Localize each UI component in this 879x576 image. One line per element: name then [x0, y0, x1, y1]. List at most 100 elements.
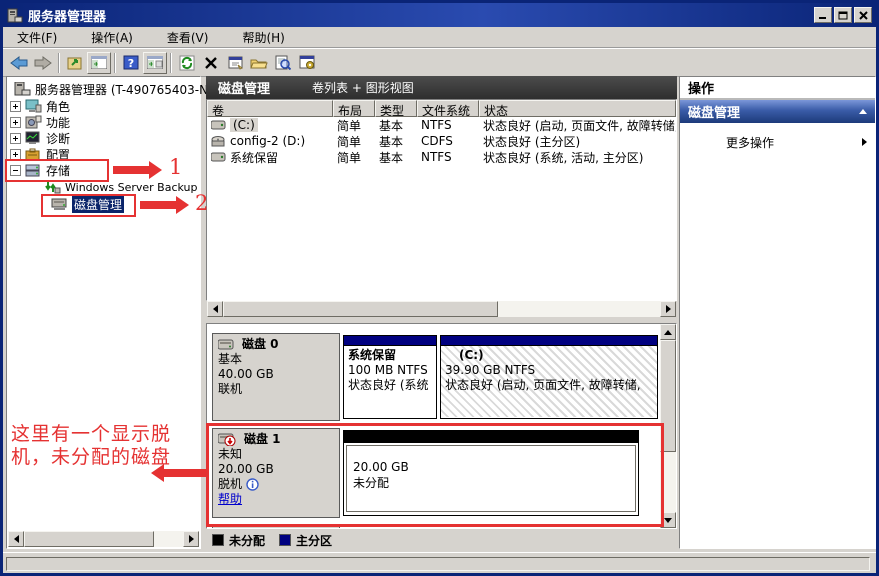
column-filesystem[interactable]: 文件系统	[417, 100, 479, 117]
backup-icon	[44, 180, 61, 194]
scroll-right-icon[interactable]	[183, 531, 199, 547]
primary-partition-strip	[344, 336, 436, 346]
disk1-name: 磁盘 1	[244, 432, 281, 447]
disk1-info[interactable]: 磁盘 1 未知 20.00 GB 脱机 帮助	[212, 428, 340, 518]
more-actions-item[interactable]: 更多操作	[680, 131, 875, 153]
help-link[interactable]: 帮助	[218, 492, 242, 506]
console-tree-toggle-icon[interactable]	[87, 52, 111, 74]
disk0-partition-system-reserved[interactable]: 系统保留 100 MB NTFS 状态良好 (系统	[343, 335, 437, 419]
annotation-arrow-note	[164, 469, 208, 477]
disk-graphical-view: 磁盘 0 基本 40.00 GB 联机 系统保留 100 MB NTFS 状态良…	[206, 323, 677, 529]
tree-item-features[interactable]: 功能	[10, 114, 70, 130]
svg-text:?: ?	[128, 57, 134, 70]
volume-horizontal-scrollbar[interactable]	[207, 301, 676, 317]
tree-horizontal-scrollbar[interactable]	[8, 531, 199, 547]
partition-name: 系统保留	[348, 348, 432, 363]
actions-title: 操作	[680, 77, 875, 100]
annotation-number-2: 2	[195, 191, 208, 215]
info-icon[interactable]	[246, 478, 259, 491]
volume-fs: CDFS	[417, 134, 479, 148]
find-icon[interactable]	[271, 52, 295, 74]
refresh-icon[interactable]	[175, 52, 199, 74]
diagnostics-icon	[25, 131, 42, 145]
volume-row-system-reserved[interactable]: 系统保留 简单 基本 NTFS 状态良好 (系统, 活动, 主分区)	[207, 149, 676, 165]
console-settings-icon[interactable]	[295, 52, 319, 74]
actions-section-disk-management[interactable]: 磁盘管理	[680, 100, 875, 123]
volume-name: 系统保留	[230, 149, 278, 166]
back-arrow-icon[interactable]	[7, 52, 31, 74]
tree-item-diagnostics[interactable]: 诊断	[10, 130, 70, 146]
status-field	[6, 557, 870, 571]
disk0-status: 联机	[218, 382, 334, 397]
tree-item-label: 配置	[46, 146, 70, 163]
tree-item-configuration[interactable]: 配置	[10, 146, 70, 162]
partition-name: (C:)	[445, 348, 653, 363]
collapse-icon[interactable]	[10, 165, 21, 176]
column-type[interactable]: 类型	[375, 100, 417, 117]
close-button[interactable]	[854, 7, 872, 23]
partition-status: 状态良好 (系统	[348, 378, 432, 393]
export-list-icon[interactable]	[63, 52, 87, 74]
action-pane-toggle-icon[interactable]	[143, 52, 167, 74]
expand-icon[interactable]	[10, 101, 21, 112]
collapse-chevron-icon[interactable]	[859, 109, 867, 114]
scrollbar-thumb[interactable]	[223, 301, 498, 317]
submenu-arrow-icon	[862, 138, 867, 146]
volume-type: 基本	[375, 149, 417, 166]
delete-icon[interactable]	[199, 52, 223, 74]
scroll-down-icon[interactable]	[660, 512, 676, 528]
minimize-button[interactable]	[814, 7, 832, 23]
more-actions-label: 更多操作	[726, 134, 774, 151]
volume-row-d[interactable]: config-2 (D:) 简单 基本 CDFS 状态良好 (主分区)	[207, 133, 676, 149]
disk0-partition-c[interactable]: (C:) 39.90 GB NTFS 状态良好 (启动, 页面文件, 故障转储,	[440, 335, 658, 419]
expand-icon[interactable]	[10, 133, 21, 144]
column-layout[interactable]: 布局	[333, 100, 375, 117]
tree-item-label: 角色	[46, 98, 70, 115]
menu-help[interactable]: 帮助(H)	[238, 27, 288, 48]
expand-icon[interactable]	[10, 117, 21, 128]
tree-item-disk-management[interactable]: 磁盘管理	[47, 196, 124, 212]
volume-list: 卷 布局 类型 文件系统 状态 (C:) 简单 基本 NTFS 状态良好 (启动…	[206, 99, 677, 301]
primary-partition-strip	[441, 336, 657, 346]
maximize-button[interactable]	[834, 7, 852, 23]
disk1-partition-unallocated[interactable]: 20.00 GB 未分配	[343, 430, 639, 516]
properties-icon[interactable]	[223, 52, 247, 74]
tree-root[interactable]: 服务器管理器 (T-490765403-ND	[10, 81, 217, 97]
scrollbar-thumb[interactable]	[660, 340, 676, 452]
scroll-up-icon[interactable]	[660, 324, 676, 340]
menu-action[interactable]: 操作(A)	[87, 27, 137, 48]
header-title: 磁盘管理	[218, 78, 270, 97]
title-bar[interactable]: 服务器管理器	[3, 3, 876, 27]
disk1-status: 脱机	[218, 477, 242, 492]
scroll-left-icon[interactable]	[8, 531, 24, 547]
menu-file[interactable]: 文件(F)	[13, 27, 61, 48]
scroll-right-icon[interactable]	[660, 301, 676, 317]
unallocated-strip	[344, 431, 638, 443]
tree-root-label: 服务器管理器 (T-490765403-ND	[35, 81, 217, 98]
partition-size: 39.90 GB NTFS	[445, 363, 653, 378]
tree-item-storage[interactable]: 存储	[10, 162, 70, 178]
tree-item-roles[interactable]: 角色	[10, 98, 70, 114]
scroll-left-icon[interactable]	[207, 301, 223, 317]
disk0-info[interactable]: 磁盘 0 基本 40.00 GB 联机	[212, 333, 340, 421]
scrollbar-thumb[interactable]	[24, 531, 154, 547]
toolbar: ?	[3, 49, 876, 77]
column-volume[interactable]: 卷	[207, 100, 333, 117]
tree-item-windows-server-backup[interactable]: Windows Server Backup	[40, 179, 198, 195]
tree-item-label: 诊断	[46, 130, 70, 147]
open-folder-icon[interactable]	[247, 52, 271, 74]
toolbar-separator	[170, 53, 172, 73]
unallocated-color-swatch	[212, 534, 224, 546]
partition-size: 20.00 GB	[353, 460, 629, 474]
column-status[interactable]: 状态	[479, 100, 676, 117]
forward-arrow-icon[interactable]	[31, 52, 55, 74]
disk-vertical-scrollbar[interactable]	[660, 324, 676, 528]
volume-type: 基本	[375, 117, 417, 134]
disk-icon	[218, 339, 234, 350]
expand-icon[interactable]	[10, 149, 21, 160]
volume-row-c[interactable]: (C:) 简单 基本 NTFS 状态良好 (启动, 页面文件, 故障转储, 主	[207, 117, 676, 133]
disk0-type: 基本	[218, 352, 334, 367]
window-title: 服务器管理器	[28, 6, 106, 25]
help-icon[interactable]: ?	[119, 52, 143, 74]
menu-view[interactable]: 查看(V)	[163, 27, 213, 48]
